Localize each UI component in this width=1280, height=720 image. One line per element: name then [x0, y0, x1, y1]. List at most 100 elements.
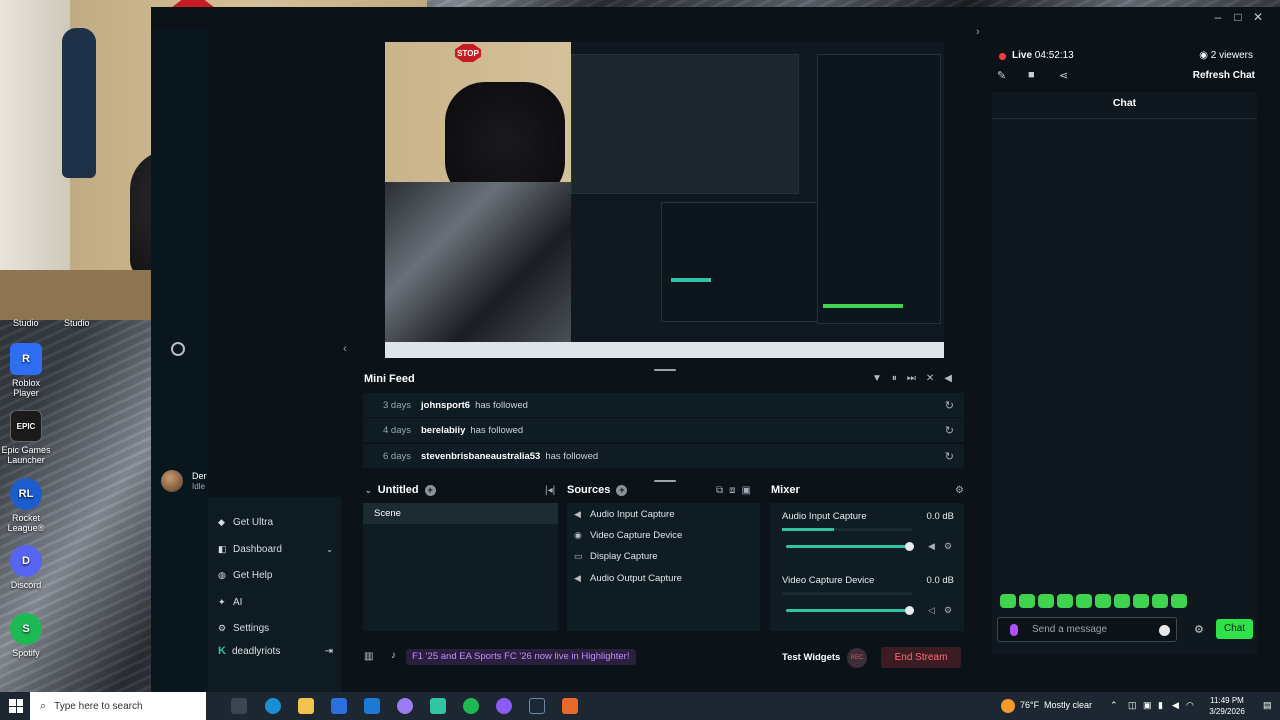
close-button[interactable]: ✕	[1248, 10, 1268, 24]
copilot-icon[interactable]	[397, 698, 413, 714]
streamlabs-taskbar-icon[interactable]	[430, 698, 446, 714]
menu-item-get-ultra[interactable]: ◆ Get Ultra	[218, 517, 273, 528]
desktop-icon-rocket-league[interactable]: RL Rocket League®	[0, 478, 52, 533]
skip-icon[interactable]: ⏭	[907, 373, 916, 384]
desktop-icon-spotify[interactable]: S Spotify	[0, 613, 52, 658]
minimize-button[interactable]: –	[1208, 10, 1228, 24]
menu-item-ai[interactable]: ✦ AI	[218, 597, 242, 608]
weather-temp[interactable]: 76°F	[1020, 700, 1039, 710]
scene-item[interactable]: Scene	[363, 503, 558, 524]
rail-icon[interactable]	[171, 342, 185, 356]
spotify-taskbar-icon[interactable]	[463, 698, 479, 714]
collapse-right-icon[interactable]: ›	[976, 26, 980, 38]
gear-icon[interactable]: ⚙	[955, 485, 964, 496]
emote-icon[interactable]	[1171, 594, 1187, 608]
source-item[interactable]: ◀ Audio Output Capture	[574, 573, 682, 584]
battery-icon[interactable]: ▮	[1158, 700, 1163, 711]
wifi-icon[interactable]: ◠	[1186, 700, 1194, 711]
drag-handle[interactable]	[654, 480, 676, 482]
stream-preview[interactable]: STOP	[385, 42, 944, 358]
drag-handle[interactable]	[654, 369, 676, 371]
refresh-chat-button[interactable]: Refresh Chat	[1193, 70, 1255, 81]
source-item[interactable]: ◉ Video Capture Device	[574, 530, 682, 541]
stack-icon[interactable]: ⧈	[729, 485, 735, 496]
record-button[interactable]: REC	[847, 648, 867, 668]
clip-icon[interactable]: ■	[1028, 69, 1035, 81]
add-source-icon[interactable]: +	[616, 484, 628, 496]
emote-icon[interactable]	[1000, 594, 1016, 608]
pencil-icon[interactable]: ✎	[997, 69, 1006, 82]
replay-icon[interactable]: ↻	[945, 424, 954, 437]
volume-slider-knob[interactable]	[905, 606, 914, 615]
weather-desc[interactable]: Mostly clear	[1044, 700, 1092, 710]
chevron-up-icon[interactable]: ⌃	[1110, 700, 1118, 711]
chat-send-button[interactable]: Chat	[1216, 619, 1253, 639]
emote-icon[interactable]	[1057, 594, 1073, 608]
emote-icon[interactable]	[1038, 594, 1054, 608]
desktop-icon-discord[interactable]: D Discord	[0, 545, 52, 590]
menu-item-settings[interactable]: ⚙ Settings	[218, 623, 269, 634]
user-row[interactable]: K deadlyriots ⇥	[218, 645, 333, 657]
network-icon[interactable]: ◫	[1128, 700, 1137, 711]
logout-icon[interactable]: ⇥	[325, 646, 333, 657]
chat-settings-icon[interactable]: ⚙	[1194, 623, 1204, 636]
file-explorer-icon[interactable]	[298, 698, 314, 714]
add-scene-icon[interactable]: +	[424, 484, 436, 496]
emoji-icon[interactable]	[1159, 625, 1170, 636]
end-stream-button[interactable]: End Stream	[881, 647, 961, 668]
stats-icon[interactable]: ▥	[364, 651, 373, 662]
microphone-icon[interactable]	[1010, 624, 1018, 636]
emote-icon[interactable]	[1133, 594, 1149, 608]
task-view-icon[interactable]	[231, 698, 247, 714]
folder-icon[interactable]: ⧉	[716, 485, 723, 496]
profile-card[interactable]: Der Idle	[161, 466, 211, 496]
replay-icon[interactable]: ↻	[945, 399, 954, 412]
menu-item-get-help[interactable]: ◍ Get Help	[218, 570, 272, 581]
app-icon[interactable]	[562, 698, 578, 714]
gear-icon[interactable]: ⚙	[944, 541, 952, 552]
discord-taskbar-icon[interactable]	[496, 698, 512, 714]
emote-icon[interactable]	[1095, 594, 1111, 608]
source-item[interactable]: ▭ Display Capture	[574, 551, 658, 562]
pause-icon[interactable]: ⏸	[892, 373, 897, 384]
scene-collection-title[interactable]: Untitled	[378, 484, 419, 496]
source-item[interactable]: ◀ Audio Input Capture	[574, 509, 675, 520]
volume-slider[interactable]	[786, 545, 910, 548]
steam-icon[interactable]	[529, 698, 545, 714]
speaker-icon[interactable]: ◀	[928, 541, 935, 552]
tray-app-icon[interactable]: ▣	[1143, 700, 1152, 711]
edge-icon[interactable]	[265, 698, 281, 714]
notifications-icon[interactable]: ▤	[1263, 700, 1272, 711]
test-widgets-button[interactable]: Test Widgets	[782, 652, 840, 663]
chevron-down-icon[interactable]: ⌄	[365, 486, 372, 495]
volume-icon[interactable]: ◀	[944, 373, 952, 384]
promo-banner[interactable]: F1 '25 and EA Sports FC '26 now live in …	[406, 649, 636, 665]
share-icon[interactable]: ⋖	[1059, 69, 1068, 82]
maximize-button[interactable]: □	[1228, 10, 1248, 24]
taskbar-search[interactable]: ⌕ Type here to search	[30, 692, 206, 720]
filter-icon[interactable]: ▼	[872, 373, 882, 384]
gear-icon[interactable]: ⚙	[944, 605, 952, 616]
clock[interactable]: 11:49 PM 3/29/2026	[1200, 695, 1254, 717]
mute-alerts-icon[interactable]: ✕	[926, 373, 934, 384]
volume-icon[interactable]: ◀	[1172, 700, 1179, 711]
muted-speaker-icon[interactable]: ◁	[928, 605, 935, 616]
emote-icon[interactable]	[1152, 594, 1168, 608]
store-icon[interactable]	[331, 698, 347, 714]
emote-icon[interactable]	[1076, 594, 1092, 608]
volume-slider[interactable]	[786, 609, 910, 612]
replay-icon[interactable]: ↻	[945, 450, 954, 463]
split-view-icon[interactable]: |◂|	[545, 485, 555, 496]
collapse-left-icon[interactable]: ‹	[343, 343, 347, 355]
desktop-icon-epic[interactable]: EPIC Epic Games Launcher	[0, 410, 52, 465]
desktop-icon-roblox[interactable]: R Roblox Player	[0, 343, 52, 398]
emote-icon[interactable]	[1114, 594, 1130, 608]
chat-input[interactable]: Send a message	[997, 617, 1177, 642]
mail-icon[interactable]	[364, 698, 380, 714]
screen-icon[interactable]: ▣	[742, 485, 751, 496]
emote-icon[interactable]	[1019, 594, 1035, 608]
volume-slider-knob[interactable]	[905, 542, 914, 551]
menu-item-dashboard[interactable]: ◧ Dashboard ⌄	[218, 544, 333, 555]
notification-icon[interactable]: ♪	[391, 650, 396, 661]
windows-start-icon[interactable]	[9, 699, 23, 713]
